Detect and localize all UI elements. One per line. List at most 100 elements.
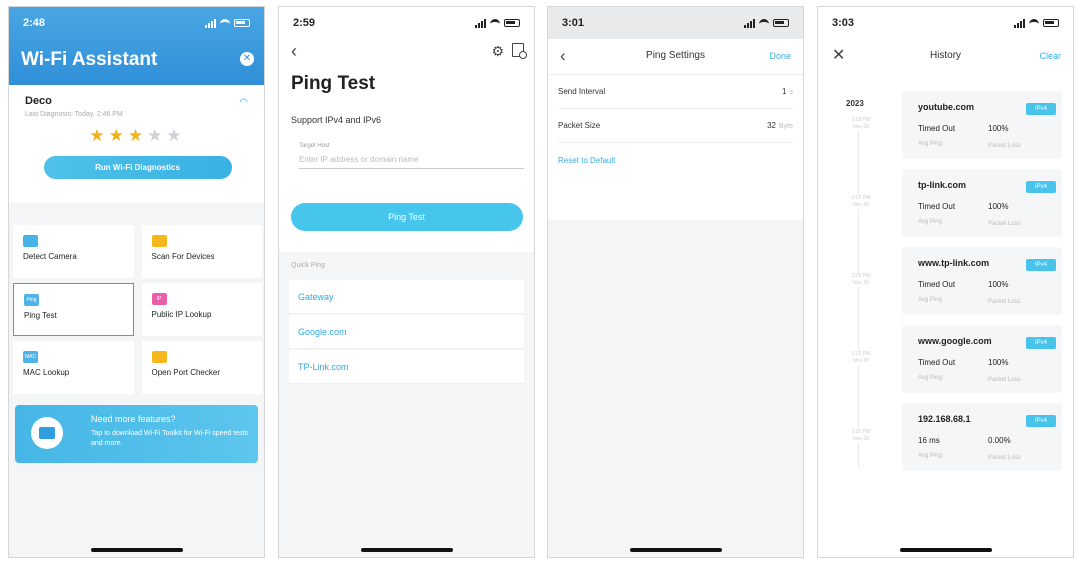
- clear-button[interactable]: Clear: [1039, 51, 1061, 61]
- history-entry[interactable]: tp-link.com IPv4 Timed Out 100% Avg Ping Pack…: [902, 169, 1062, 237]
- done-button[interactable]: Done: [769, 51, 791, 61]
- device-name: Deco: [25, 95, 52, 107]
- quick-ping-list: Gateway Google.com TP-Link.com: [279, 280, 534, 384]
- packet-loss-value: 0.00%: [988, 436, 1011, 445]
- header: 2:48 Wi-Fi Assistant ✕: [9, 7, 264, 85]
- setting-unit: Byte: [778, 123, 793, 130]
- history-host: youtube.com: [918, 102, 975, 112]
- signal-icon: [475, 18, 486, 28]
- battery-icon: [504, 19, 520, 27]
- setting-label: Send Interval: [558, 87, 606, 96]
- status-time: 3:03: [832, 17, 855, 29]
- status-time: 2:59: [293, 17, 316, 29]
- signal-icon: [1014, 18, 1025, 28]
- battery-icon: [773, 19, 789, 27]
- wifi-icon: [490, 19, 500, 27]
- status-time: 2:48: [23, 17, 46, 29]
- page-title: Ping Settings: [646, 50, 705, 61]
- avg-ping-label: Avg Ping: [918, 297, 942, 303]
- reset-default-button[interactable]: Reset to Default: [558, 143, 793, 177]
- toolkit-banner[interactable]: Need more features? Tap to download Wi-F…: [15, 405, 258, 463]
- history-entry[interactable]: www.google.com IPv4 Timed Out 100% Avg Ping P…: [902, 325, 1062, 393]
- history-date-text: Nov 30: [853, 124, 869, 130]
- ping-settings-screen: 3:01 ‹ Ping Settings Done Send Interval 1…: [547, 6, 804, 558]
- avg-ping-label: Avg Ping: [918, 141, 942, 147]
- quick-ping-item[interactable]: TP-Link.com: [289, 350, 524, 384]
- avg-ping-value: Timed Out: [918, 358, 956, 367]
- history-date-text: Nov 30: [853, 202, 869, 208]
- packet-loss-label: Packet Loss: [988, 455, 1021, 461]
- camera-icon: [23, 235, 38, 247]
- tool-mac-lookup[interactable]: MAC MAC Lookup: [13, 341, 134, 394]
- packet-loss-label: Packet Loss: [988, 377, 1021, 383]
- home-indicator: [899, 548, 992, 552]
- avg-ping-value: Timed Out: [918, 202, 956, 211]
- tool-detect-camera[interactable]: Detect Camera: [13, 225, 134, 278]
- history-time-text: 3:03 PM: [851, 117, 871, 123]
- port-icon: [151, 351, 167, 363]
- wifi-icon: [1029, 19, 1039, 27]
- star-icon: ★: [108, 126, 128, 145]
- history-entry[interactable]: youtube.com IPv4 Timed Out 100% Avg Ping Pack…: [902, 91, 1062, 159]
- tool-label: Ping Test: [24, 311, 57, 320]
- settings-row[interactable]: Packet Size 32 Byte: [558, 109, 793, 143]
- history-time: 3:02 PM Nov 30: [844, 273, 878, 287]
- avg-ping-value: Timed Out: [918, 124, 956, 133]
- history-time: 3:02 PM Nov 30: [844, 195, 878, 209]
- ip-version-badge: IPv4: [1026, 103, 1056, 115]
- tool-ping-test[interactable]: Ping Ping Test: [13, 283, 134, 336]
- gear-icon[interactable]: ⚙: [491, 43, 504, 60]
- battery-icon: [234, 19, 250, 27]
- wifi-assistant-screen: 2:48 Wi-Fi Assistant ✕ Deco Last Diagnos…: [8, 6, 265, 558]
- avg-ping-label: Avg Ping: [918, 375, 942, 381]
- tool-public-ip-lookup[interactable]: IP Public IP Lookup: [141, 283, 262, 336]
- banner-title: Need more features?: [91, 414, 176, 424]
- packet-loss-value: 100%: [988, 202, 1009, 211]
- signal-icon: [205, 18, 216, 28]
- device-card: Deco Last Diagnosis: Today, 2:46 PM ◠ ★★…: [9, 85, 264, 203]
- status-bar: 3:03: [818, 7, 1073, 39]
- page-title: History: [929, 50, 962, 61]
- star-icon: ★: [166, 126, 186, 145]
- quick-ping-item[interactable]: Gateway: [289, 280, 524, 314]
- tool-scan-for-devices[interactable]: Scan For Devices: [141, 225, 262, 278]
- back-chevron-icon[interactable]: ‹: [291, 41, 297, 62]
- packet-loss-value: 100%: [988, 358, 1009, 367]
- page-title: Ping Test: [291, 73, 376, 94]
- target-host-input[interactable]: Enter IP address or domain name: [299, 153, 524, 169]
- avg-ping-value: Timed Out: [918, 280, 956, 289]
- history-time-text: 3:02 PM: [851, 195, 871, 201]
- rating-stars: ★★★★★: [25, 126, 250, 146]
- tool-label: MAC Lookup: [23, 368, 70, 377]
- history-time-text: 3:02 PM: [851, 273, 871, 279]
- history-time: 3:01 PM Nov 30: [844, 351, 878, 365]
- ping-test-button[interactable]: Ping Test: [290, 203, 523, 231]
- history-host: www.google.com: [918, 336, 992, 346]
- settings-row[interactable]: Send Interval 1 s: [558, 75, 793, 109]
- status-bar: 3:01: [548, 7, 803, 39]
- ping-icon: Ping: [24, 294, 39, 306]
- history-time: 3:03 PM Nov 30: [844, 117, 878, 131]
- history-screen: 3:03 ✕ History Clear 2023 3:03 PM Nov 30 y…: [817, 6, 1074, 558]
- status-bar: 2:48: [9, 7, 264, 39]
- nav-bar: ✕ History Clear: [818, 39, 1073, 75]
- packet-loss-label: Packet Loss: [988, 143, 1021, 149]
- quick-ping-item[interactable]: Google.com: [289, 315, 524, 349]
- close-icon[interactable]: ✕: [240, 52, 254, 66]
- history-entry[interactable]: 192.168.68.1 IPv4 16 ms 0.00% Avg Ping Packet…: [902, 403, 1062, 471]
- status-icons: [1014, 18, 1059, 28]
- ip-version-badge: IPv4: [1026, 259, 1056, 271]
- tool-open-port-checker[interactable]: Open Port Checker: [141, 341, 262, 394]
- run-diagnostics-button[interactable]: Run Wi-Fi Diagnostics: [43, 156, 232, 179]
- history-date-text: Nov 30: [853, 358, 869, 364]
- home-indicator: [629, 548, 722, 552]
- setting-value: 32 Byte: [767, 121, 793, 130]
- status-icons: [475, 18, 520, 28]
- avg-ping-label: Avg Ping: [918, 219, 942, 225]
- settings-list: Send Interval 1 s Packet Size 32 Byte Reset t…: [548, 75, 803, 220]
- wifi-icon: [220, 19, 230, 27]
- history-entry[interactable]: www.tp-link.com IPv4 Timed Out 100% Avg Ping…: [902, 247, 1062, 315]
- star-icon: ★: [89, 126, 109, 145]
- home-indicator: [360, 548, 453, 552]
- history-icon[interactable]: [512, 43, 527, 59]
